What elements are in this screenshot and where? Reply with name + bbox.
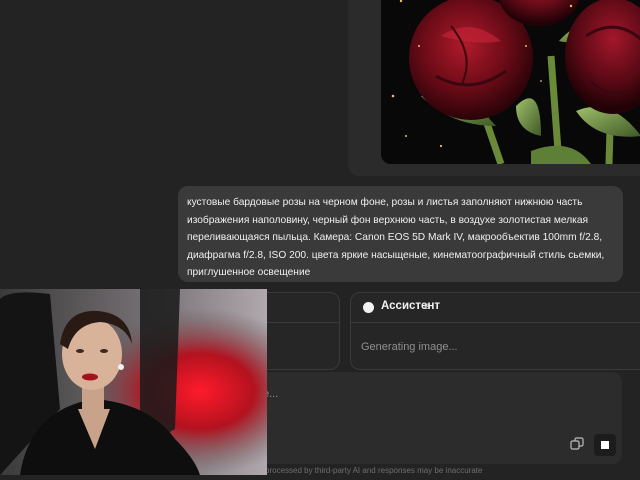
disclaimer-text: processed by third-party AI and response… [265, 466, 483, 475]
model-card [255, 292, 340, 370]
assistant-header: Ассистент [351, 293, 640, 323]
webcam-feed [0, 289, 267, 475]
generating-status: Generating image... [361, 341, 458, 353]
stop-button[interactable] [594, 434, 616, 456]
generated-image-card [348, 0, 640, 176]
user-prompt-bubble: кустовые бардовые розы на черном фоне, р… [178, 186, 623, 282]
assistant-response-card: Ассистент Generating image... [350, 292, 640, 370]
assistant-tag: в [424, 301, 430, 312]
roses-image [381, 0, 640, 164]
assistant-status-dot-icon [363, 302, 374, 313]
webcam-overlay [0, 289, 267, 475]
generated-image[interactable] [381, 0, 640, 164]
stop-icon [601, 441, 609, 449]
app-window: кустовые бардовые розы на черном фоне, р… [0, 0, 640, 480]
assistant-name: Ассистент [381, 300, 441, 312]
attach-icon[interactable] [570, 437, 584, 451]
card-divider [256, 322, 339, 323]
prompt-text: кустовые бардовые розы на черном фоне, р… [187, 197, 605, 279]
message-input[interactable]: e... [255, 372, 622, 464]
